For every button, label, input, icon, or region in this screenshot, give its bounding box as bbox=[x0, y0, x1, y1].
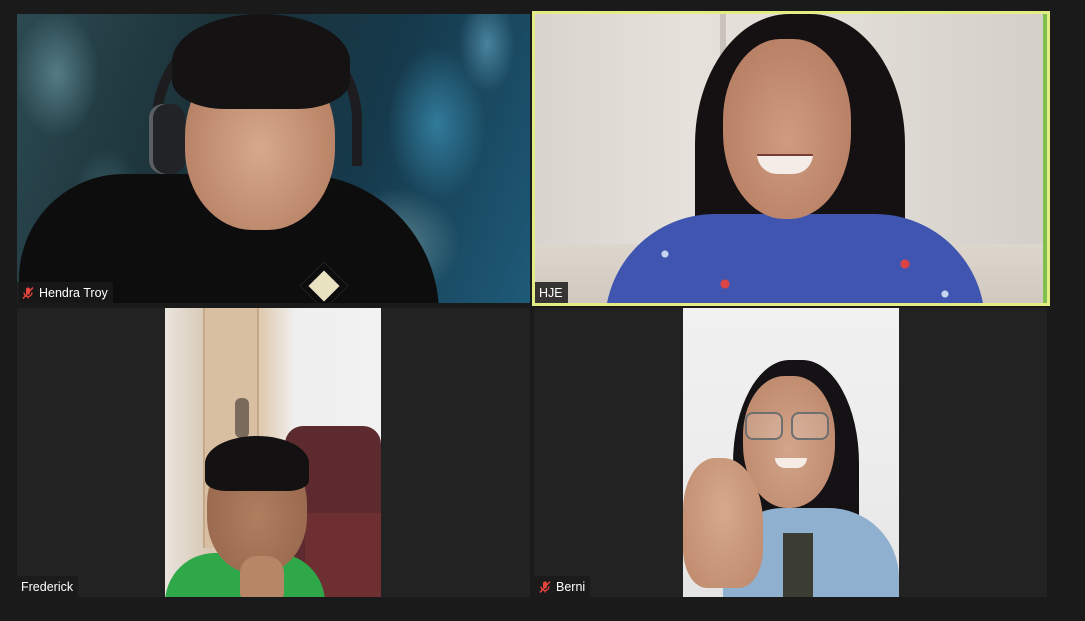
participant-name-label: Hendra Troy bbox=[17, 282, 113, 303]
participant-name: Frederick bbox=[21, 579, 74, 594]
participant-name: Hendra Troy bbox=[39, 285, 108, 300]
participant-video bbox=[683, 308, 899, 597]
meeting-gallery-view: Hendra Troy HJE Frederick Berni bbox=[0, 0, 1085, 621]
participant-video bbox=[535, 14, 1047, 303]
participant-name-label: HJE bbox=[535, 282, 568, 303]
participant-tile-hje[interactable]: HJE bbox=[532, 11, 1050, 306]
participant-video bbox=[17, 14, 530, 303]
participant-name-label: Berni bbox=[534, 576, 591, 597]
participant-name-label: Frederick bbox=[17, 576, 79, 597]
mic-muted-icon bbox=[21, 286, 35, 300]
participant-name: HJE bbox=[539, 285, 563, 300]
participant-tile-frederick[interactable]: Frederick bbox=[17, 308, 530, 597]
participant-tile-hendra-troy[interactable]: Hendra Troy bbox=[17, 14, 530, 303]
mic-muted-icon bbox=[538, 580, 552, 594]
participant-video bbox=[165, 308, 381, 597]
participant-tile-berni[interactable]: Berni bbox=[534, 308, 1047, 597]
participant-name: Berni bbox=[556, 579, 586, 594]
